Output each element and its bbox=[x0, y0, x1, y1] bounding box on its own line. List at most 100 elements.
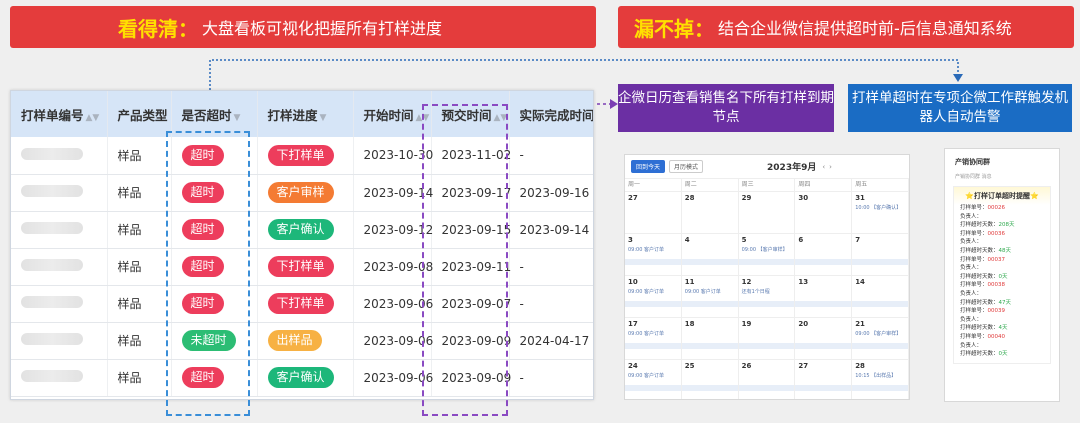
calendar-day-cell[interactable]: 21 09:00 【客户审样】 bbox=[852, 318, 909, 360]
alert-line: 打样单号：00038 bbox=[960, 282, 1006, 289]
alert-line: 负责人： bbox=[960, 342, 983, 349]
redacted-order-no bbox=[21, 370, 83, 382]
calendar-day-cell[interactable]: 28 bbox=[681, 192, 739, 234]
header-overdue[interactable]: 是否超时 ▼ bbox=[171, 91, 258, 137]
alert-line: 打样单号：00039 bbox=[960, 308, 1006, 315]
table-row[interactable]: 样品 超时 客户确认 2023-09-12 2023-09-15 2023-09… bbox=[11, 211, 593, 249]
calendar-weekday: 周三 bbox=[738, 179, 796, 192]
cell-progress: 出样品 bbox=[257, 322, 354, 360]
calendar-day-cell[interactable]: 30 bbox=[795, 192, 853, 234]
calendar-weekday: 周四 bbox=[795, 179, 853, 192]
calendar-day-number: 7 bbox=[855, 236, 861, 244]
alert-line: 打样超时天数：0天 bbox=[960, 273, 1008, 280]
table-row[interactable]: 样品 未超时 出样品 2023-09-06 2023-09-09 2024-04… bbox=[11, 322, 593, 360]
calendar-day-cell[interactable]: 27 bbox=[795, 360, 853, 399]
redacted-order-no bbox=[21, 333, 83, 345]
sort-icon[interactable]: ▲▼ bbox=[86, 113, 100, 123]
calendar-event-bar bbox=[625, 259, 681, 265]
calendar-day-cell[interactable]: 5 09:00 【客户审样】 bbox=[738, 234, 796, 276]
filter-icon[interactable]: ▼ bbox=[320, 113, 327, 123]
calendar-day-number: 21 bbox=[855, 320, 865, 328]
header-progress[interactable]: 打样进度 ▼ bbox=[257, 91, 354, 137]
calendar-day-cell[interactable]: 3 09:00 客户订单 bbox=[625, 234, 682, 276]
cell-progress: 下打样单 bbox=[257, 285, 354, 323]
calendar-day-cell[interactable]: 24 09:00 客户订单 bbox=[625, 360, 682, 399]
progress-badge: 客户审样 bbox=[267, 182, 334, 203]
cell-due-time: 2023-09-07 bbox=[431, 285, 511, 323]
calendar-day-cell[interactable]: 29 bbox=[738, 192, 796, 234]
calendar-day-number: 27 bbox=[798, 362, 809, 370]
calendar-event[interactable]: 还有1个日程 bbox=[742, 288, 792, 295]
cell-progress: 客户确认 bbox=[257, 211, 354, 249]
sample-order-table: 打样单编号 ▲▼ 产品类型 是否超时 ▼ 打样进度 ▼ 开始时间 ▲▼ 预交时间 ▲▼ 实… bbox=[10, 90, 594, 400]
calendar-event[interactable]: 09:00 【客户审样】 bbox=[855, 330, 905, 337]
calendar-day-cell[interactable]: 4 bbox=[681, 234, 739, 276]
progress-badge: 客户确认 bbox=[267, 367, 334, 388]
table-row[interactable]: 样品 超时 客户确认 2023-09-06 2023-09-09 - bbox=[11, 359, 593, 397]
progress-badge: 客户确认 bbox=[267, 219, 334, 240]
cell-product-type: 样品 bbox=[107, 322, 172, 360]
calendar-day-cell[interactable]: 11 09:00 客户订单 bbox=[681, 276, 739, 318]
alert-card-title: ⭐打样订单超时提醒⭐ bbox=[965, 192, 1039, 200]
header-order-no[interactable]: 打样单编号 ▲▼ bbox=[11, 91, 108, 137]
header-due-time[interactable]: 预交时间 ▲▼ bbox=[431, 91, 510, 137]
calendar-day-cell[interactable]: 20 bbox=[795, 318, 853, 360]
calendar-event-bar bbox=[681, 301, 738, 307]
calendar-day-number: 25 bbox=[684, 362, 695, 370]
progress-badge: 下打样单 bbox=[267, 144, 334, 166]
cell-start-time: 2023-10-30 bbox=[353, 137, 433, 175]
sort-icon[interactable]: ▲▼ bbox=[416, 113, 430, 123]
calendar-day-cell[interactable]: 6 bbox=[795, 234, 853, 276]
calendar-day-number: 28 bbox=[684, 194, 695, 202]
calendar-day-cell[interactable]: 28 10:15 【出样品】 bbox=[852, 360, 909, 399]
calendar-day-number: 26 bbox=[741, 362, 752, 370]
calendar-day-cell[interactable]: 7 bbox=[852, 234, 909, 276]
calendar-event-bar bbox=[625, 385, 681, 391]
header-start-time[interactable]: 开始时间 ▲▼ bbox=[353, 91, 432, 137]
calendar-event-bar bbox=[681, 385, 738, 391]
chat-subtitle: 产销协同群 消息 bbox=[955, 174, 992, 180]
table-row[interactable]: 样品 超时 下打样单 2023-09-08 2023-09-11 - bbox=[11, 248, 593, 286]
calendar-event[interactable]: 09:00 【客户审样】 bbox=[742, 246, 792, 253]
calendar-event-bar bbox=[795, 385, 852, 391]
next-month-icon[interactable]: › bbox=[829, 163, 832, 171]
filter-icon[interactable]: ▼ bbox=[234, 113, 241, 123]
cell-order-no bbox=[11, 211, 108, 249]
overdue-badge: 超时 bbox=[181, 256, 224, 277]
table-row[interactable]: 样品 超时 下打样单 2023-09-06 2023-09-07 - bbox=[11, 285, 593, 323]
calendar-event[interactable]: 09:00 客户订单 bbox=[685, 288, 735, 295]
calendar-event[interactable]: 09:00 客户订单 bbox=[628, 372, 678, 379]
calendar-day-number: 12 bbox=[741, 278, 752, 286]
calendar-day-cell[interactable]: 14 bbox=[852, 276, 909, 318]
calendar-event[interactable]: 09:00 客户订单 bbox=[628, 246, 678, 253]
sort-icon[interactable]: ▲▼ bbox=[494, 113, 508, 123]
cell-due-time: 2023-09-15 bbox=[431, 211, 511, 249]
calendar-event[interactable]: 09:00 客户订单 bbox=[628, 330, 678, 337]
calendar-day-cell[interactable]: 26 bbox=[738, 360, 796, 399]
calendar-event[interactable]: 10:00 【客户确认】 bbox=[855, 204, 905, 211]
cell-due-time: 2023-11-02 bbox=[431, 137, 511, 175]
wecom-group-chat: 产销协同群 产销协同群 消息 ⭐打样订单超时提醒⭐ 打样单号：00026 负责人：… bbox=[944, 148, 1060, 402]
calendar-event[interactable]: 10:15 【出样品】 bbox=[855, 372, 905, 379]
prev-month-icon[interactable]: ‹ bbox=[822, 163, 825, 171]
calendar-day-cell[interactable]: 27 bbox=[625, 192, 682, 234]
progress-badge: 下打样单 bbox=[267, 293, 334, 314]
calendar-day-cell[interactable]: 10 09:00 客户订单 bbox=[625, 276, 682, 318]
calendar-day-cell[interactable]: 12 还有1个日程 bbox=[738, 276, 796, 318]
alert-line: 负责人： bbox=[960, 239, 983, 246]
calendar-day-cell[interactable]: 31 10:00 【客户确认】 bbox=[852, 192, 909, 234]
cell-order-no bbox=[11, 174, 108, 212]
calendar-day-cell[interactable]: 18 bbox=[681, 318, 739, 360]
calendar-event[interactable]: 09:00 客户订单 bbox=[628, 288, 678, 295]
table-row[interactable]: 样品 超时 客户审样 2023-09-14 2023-09-17 2023-09… bbox=[11, 174, 593, 212]
calendar-day-cell[interactable]: 17 09:00 客户订单 bbox=[625, 318, 682, 360]
calendar-day-cell[interactable]: 13 bbox=[795, 276, 853, 318]
calendar-day-number: 20 bbox=[798, 320, 809, 328]
calendar-day-number: 3 bbox=[628, 236, 633, 244]
table-row[interactable]: 样品 超时 下打样单 2023-10-30 2023-11-02 - bbox=[11, 137, 593, 175]
calendar-day-number: 14 bbox=[855, 278, 865, 286]
calendar-day-cell[interactable]: 25 bbox=[681, 360, 739, 399]
today-button[interactable]: 回到今天 bbox=[631, 160, 666, 173]
mode-button[interactable]: 月历模式 bbox=[669, 160, 704, 173]
calendar-day-cell[interactable]: 19 bbox=[738, 318, 796, 360]
